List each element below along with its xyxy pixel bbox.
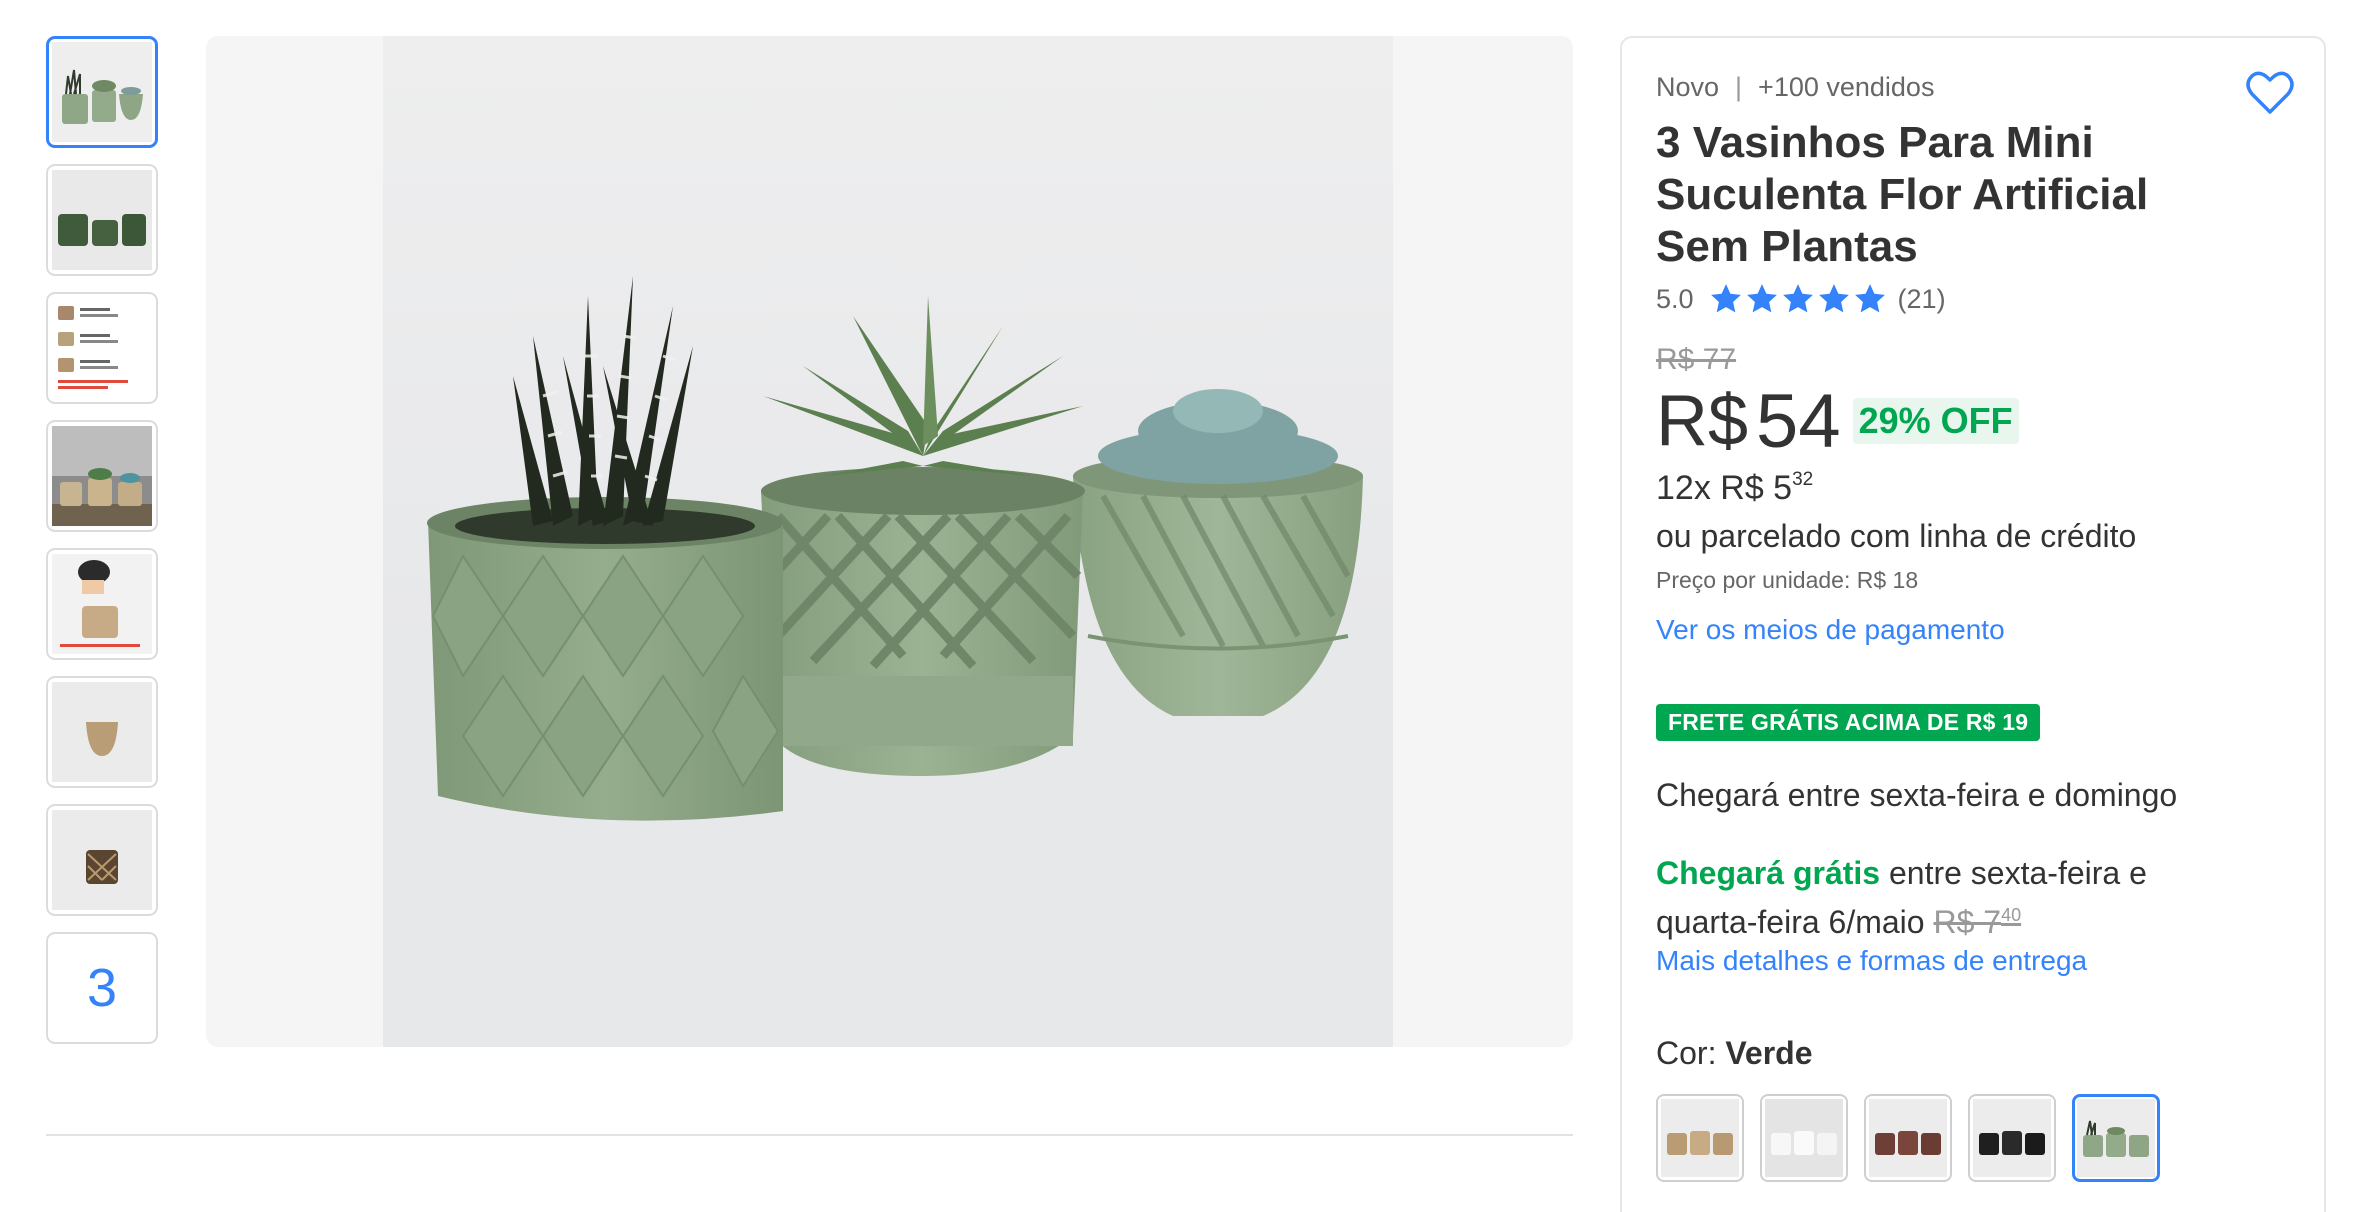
discount-badge: 29% OFF — [1852, 398, 2019, 444]
swatch-image — [2077, 1099, 2155, 1177]
star-icon — [1746, 284, 1777, 313]
installments-cents: 32 — [1792, 469, 1814, 490]
thumbnail-3[interactable] — [46, 292, 158, 404]
swatch-image — [1869, 1099, 1947, 1177]
thumbnail-4[interactable] — [46, 420, 158, 532]
free-delivery-estimate: Chegará grátis entre sexta-feira e quart… — [1656, 852, 2256, 943]
main-image-container[interactable] — [206, 36, 1573, 1047]
buy-box-content: Novo | +100 vendidos 3 Vasinhos Para Min… — [1656, 72, 2256, 1182]
thumbnail-image — [52, 810, 152, 910]
color-swatch-3[interactable] — [1864, 1094, 1952, 1182]
installments-amount: 12x R$ 5 — [1656, 469, 1793, 507]
color-swatch-1[interactable] — [1656, 1094, 1744, 1182]
color-label-prefix: Cor: — [1656, 1035, 1726, 1071]
color-swatches — [1656, 1094, 2256, 1182]
color-swatch-2[interactable] — [1760, 1094, 1848, 1182]
thumbnail-7[interactable] — [46, 804, 158, 916]
review-count: (21) — [1897, 283, 1946, 314]
thumbnail-6[interactable] — [46, 676, 158, 788]
free-delivery-label: Chegará grátis — [1656, 855, 1881, 891]
thumbnail-image — [52, 42, 152, 142]
star-icon — [1854, 284, 1885, 313]
product-subtitle: Novo | +100 vendidos — [1656, 72, 2256, 103]
rating-stars — [1708, 282, 1888, 316]
thumbnail-5[interactable] — [46, 548, 158, 660]
buy-box: Novo | +100 vendidos 3 Vasinhos Para Min… — [1620, 36, 2326, 1212]
star-icon — [1818, 284, 1849, 313]
star-icon — [1710, 284, 1741, 313]
price-value: 54 — [1756, 378, 1841, 464]
original-price: R$ 77 — [1656, 343, 1737, 376]
selected-color: Verde — [1725, 1035, 1813, 1071]
color-swatch-4[interactable] — [1968, 1094, 2056, 1182]
installments: 12x R$ 532 — [1656, 469, 2256, 508]
thumbnail-image — [52, 554, 152, 654]
rating-row[interactable]: 5.0 (21) — [1656, 279, 2256, 319]
old-shipping-amount: R$ 7 — [1933, 904, 2002, 940]
thumbnail-list: 3 — [46, 36, 158, 1060]
product-photo — [383, 36, 1393, 1047]
price-row: R$ 54 29% OFF — [1656, 379, 2256, 464]
sold-count: +100 vendidos — [1758, 72, 1935, 102]
delivery-details-link[interactable]: Mais detalhes e formas de entrega — [1656, 945, 2087, 977]
color-label: Cor: Verde — [1656, 1035, 2256, 1072]
rating-value: 5.0 — [1656, 283, 1694, 314]
thumbnail-image — [52, 426, 152, 526]
old-shipping-cents: 40 — [2001, 905, 2022, 925]
swatch-image — [1765, 1099, 1843, 1177]
swatch-image — [1661, 1099, 1739, 1177]
free-shipping-badge: FRETE GRÁTIS ACIMA DE R$ 19 — [1656, 704, 2041, 741]
product-title: 3 Vasinhos Para Mini Suculenta Flor Arti… — [1656, 118, 2149, 271]
unit-price: Preço por unidade: R$ 18 — [1656, 567, 1919, 593]
swatch-image — [1973, 1099, 2051, 1177]
thumbnail-1[interactable] — [46, 36, 158, 148]
color-swatch-5[interactable] — [2072, 1094, 2160, 1182]
thumbnail-image — [52, 298, 152, 398]
price-currency: R$ — [1656, 381, 1749, 461]
section-divider — [46, 1134, 1573, 1136]
credit-line-text: ou parcelado com linha de crédito — [1656, 518, 2137, 554]
more-images-count: 3 — [86, 958, 118, 1018]
condition-label: Novo — [1656, 72, 1720, 102]
old-shipping-price: R$ 740 — [1933, 904, 2021, 940]
payment-methods-link[interactable]: Ver os meios de pagamento — [1656, 614, 2005, 646]
delivery-estimate: Chegará entre sexta-feira e domingo — [1656, 777, 2178, 813]
thumbnail-more[interactable]: 3 — [46, 932, 158, 1044]
thumbnail-image — [52, 682, 152, 782]
thumbnail-2[interactable] — [46, 164, 158, 276]
subtitle-separator: | — [1735, 72, 1743, 102]
star-icon — [1782, 284, 1813, 313]
thumbnail-image — [52, 170, 152, 270]
